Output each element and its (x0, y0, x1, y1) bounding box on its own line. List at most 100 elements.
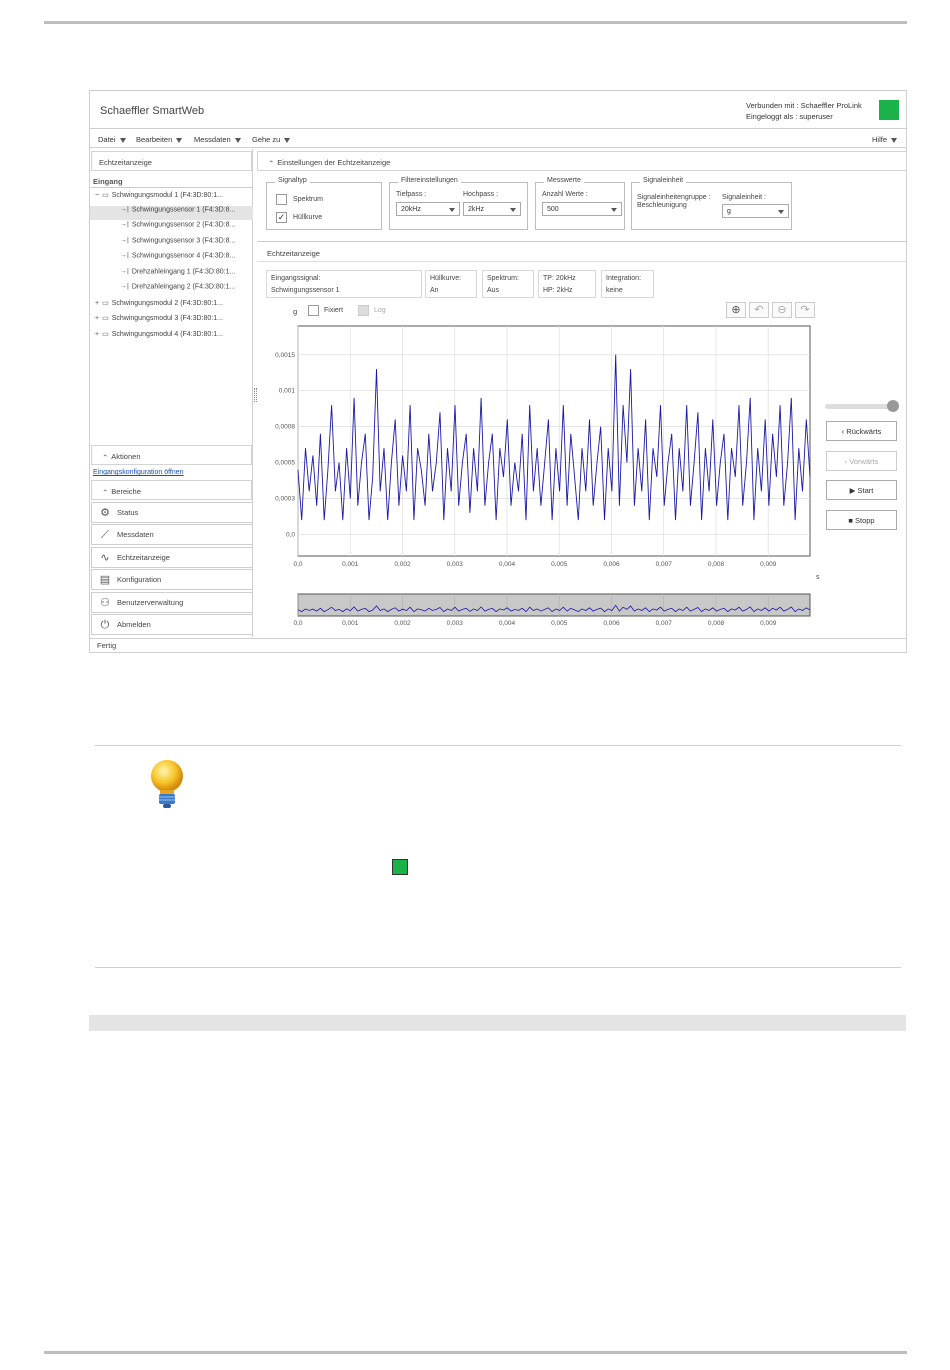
overview-x-tick-label: 0,009 (760, 620, 777, 627)
nav-label: Status (117, 508, 139, 517)
tree-item-sensor-2[interactable]: →| Schwingungssensor 2 (F4:3D:8... (90, 221, 253, 235)
button-label: Rückwärts (846, 427, 882, 436)
tree-item-module-2[interactable]: + ▭ Schwingungsmodul 2 (F4:3D:80:1... (90, 299, 253, 313)
divider (91, 187, 252, 188)
connection-info: Verbunden mit : Schaeffler ProLink Einge… (746, 100, 862, 122)
grey-band (89, 1015, 906, 1031)
forward-button[interactable]: › Vorwärts (826, 451, 897, 471)
app-title: Schaeffler SmartWeb (100, 105, 205, 117)
power-icon: ⏻ (100, 619, 110, 631)
tree-item-module-4[interactable]: + ▭ Schwingungsmodul 4 (F4:3D:80:1... (90, 330, 253, 344)
areas-label: Bereiche (111, 487, 141, 496)
y-tick-label: 0,001 (279, 388, 296, 395)
tree-item-speed-2[interactable]: →| Drehzahleingang 2 (F4:3D:80:1... (90, 283, 253, 297)
nav-konfiguration[interactable]: ▤ Konfiguration (91, 569, 253, 590)
expand-icon: + (95, 330, 100, 338)
stop-button[interactable]: ■ Stopp (826, 510, 897, 530)
overview-x-tick-label: 0,001 (342, 620, 359, 627)
collapse-up-icon: ⌃ (102, 487, 109, 497)
speed-slider-handle[interactable] (887, 400, 899, 412)
button-label: Stopp (855, 516, 875, 525)
input-arrow-icon: →| (120, 252, 129, 259)
menu-label: Gehe zu (252, 135, 281, 144)
x-tick-label: 0,005 (551, 561, 568, 568)
nav-echtzeitanzeige[interactable]: ∿ Echtzeitanzeige (91, 547, 253, 568)
connection-status-indicator (879, 100, 899, 120)
logged-in-label: Eingeloggt als : superuser (746, 112, 833, 121)
right-panel: ⌃ Einstellungen der Echtzeitanzeige Signa… (257, 149, 907, 637)
play-icon: ▶ (849, 486, 858, 495)
button-label: Start (857, 486, 874, 495)
tree-item-label: Schwingungsmodul 3 (F4:3D:80:1... (111, 314, 224, 322)
menu-bearbeiten[interactable]: Bearbeiten (136, 135, 183, 144)
chevron-down-icon (284, 137, 291, 143)
bottom-rule (44, 1351, 907, 1354)
start-button[interactable]: ▶ Start (826, 480, 897, 500)
nav-status[interactable]: ⚙ Status (91, 502, 253, 523)
input-config-link[interactable]: Eingangskonfiguration öffnen (93, 469, 184, 476)
chevron-down-icon (234, 137, 241, 143)
menu-label: Bearbeiten (136, 135, 173, 144)
menu-hilfe[interactable]: Hilfe (872, 135, 898, 144)
input-section-title: Eingang (93, 177, 123, 186)
users-icon: ⚇ (100, 597, 110, 609)
nav-benutzerverwaltung[interactable]: ⚇ Benutzerverwaltung (91, 592, 253, 613)
menu-label: Hilfe (872, 135, 888, 144)
tree-item-label: Schwingungsmodul 2 (F4:3D:80:1... (111, 299, 224, 307)
menu-bar: Datei Bearbeiten Messdaten Gehe zu Hilfe (90, 130, 906, 148)
left-panel: Echtzeitanzeige Eingang − ▭ Schwingungsmod… (90, 149, 253, 637)
tree-item-label: Schwingungssensor 3 (F4:3D:8... (131, 237, 236, 245)
nav-messdaten[interactable]: ⟋ Messdaten (91, 524, 253, 545)
button-label: Vorwärts (849, 457, 879, 466)
tree-item-module-1[interactable]: − ▭ Schwingungsmodul 1 (F4:3D:80:1... (90, 191, 253, 205)
menu-messdaten[interactable]: Messdaten (194, 135, 241, 144)
overview-frame (297, 593, 811, 617)
menu-gehe-zu[interactable]: Gehe zu (252, 135, 291, 144)
module-icon: ▭ (102, 315, 109, 322)
y-tick-label: 0,0015 (275, 352, 295, 359)
x-tick-label: 0,009 (760, 561, 777, 568)
back-button[interactable]: ‹ Rückwärts (826, 421, 897, 441)
tree-item-label: Schwingungssensor 4 (F4:3D:8... (131, 252, 236, 260)
collapse-icon: − (95, 191, 100, 199)
tree-item-label: Schwingungsmodul 1 (F4:3D:80:1... (111, 191, 224, 199)
chart-area: 0,0 0,001 0,002 0,003 0,004 0,005 0,006 0,007 0,… (257, 149, 907, 637)
title-bar: Schaeffler SmartWeb Verbunden mit : Scha… (90, 91, 906, 129)
input-arrow-icon: →| (120, 268, 129, 275)
tree-item-sensor-3[interactable]: →| Schwingungssensor 3 (F4:3D:8... (90, 237, 253, 251)
waveform-icon: ∿ (100, 552, 110, 564)
overview-x-tick-label: 0,002 (394, 620, 411, 627)
overview-x-tick-label: 0,006 (603, 620, 620, 627)
tree-item-label: Schwingungssensor 1 (F4:3D:8... (131, 206, 236, 214)
nav-abmelden[interactable]: ⏻ Abmelden (91, 614, 253, 635)
y-tick-label: 0,0008 (275, 424, 295, 431)
actions-header[interactable]: ⌃ Aktionen (91, 445, 252, 465)
x-tick-label: 0,001 (342, 561, 359, 568)
nav-label: Echtzeitanzeige (117, 553, 170, 562)
overview-x-tick-label: 0,005 (551, 620, 568, 627)
nav-label: Messdaten (117, 530, 154, 539)
module-icon: ▭ (102, 300, 109, 307)
nav-label: Benutzerverwaltung (117, 598, 184, 607)
nav-label: Konfiguration (117, 575, 162, 584)
x-tick-label: 0,003 (447, 561, 464, 568)
hint-top-rule (95, 745, 901, 746)
lightbulb-icon (148, 758, 186, 810)
smartweb-window: Schaeffler SmartWeb Verbunden mit : Scha… (89, 90, 907, 653)
chevron-down-icon (176, 137, 183, 143)
tree-item-sensor-1[interactable]: →| Schwingungssensor 1 (F4:3D:8... (90, 206, 253, 220)
tree-item-speed-1[interactable]: →| Drehzahleingang 1 (F4:3D:80:1... (90, 268, 253, 282)
tree-item-label: Schwingungsmodul 4 (F4:3D:80:1... (111, 330, 224, 338)
overview-x-tick-label: 0,004 (499, 620, 516, 627)
hint-bottom-rule (95, 967, 901, 968)
overview-x-tick-label: 0,007 (656, 620, 673, 627)
x-tick-label: 0,008 (708, 561, 725, 568)
menu-datei[interactable]: Datei (98, 135, 126, 144)
expand-icon: + (95, 299, 100, 307)
y-tick-label: 0,0003 (275, 496, 295, 503)
tree-item-module-3[interactable]: + ▭ Schwingungsmodul 3 (F4:3D:80:1... (90, 314, 253, 328)
tree-item-sensor-4[interactable]: →| Schwingungssensor 4 (F4:3D:8... (90, 252, 253, 266)
areas-header[interactable]: ⌃ Bereiche (91, 480, 252, 500)
x-tick-label: 0,006 (603, 561, 620, 568)
x-unit-label: s (816, 574, 820, 581)
